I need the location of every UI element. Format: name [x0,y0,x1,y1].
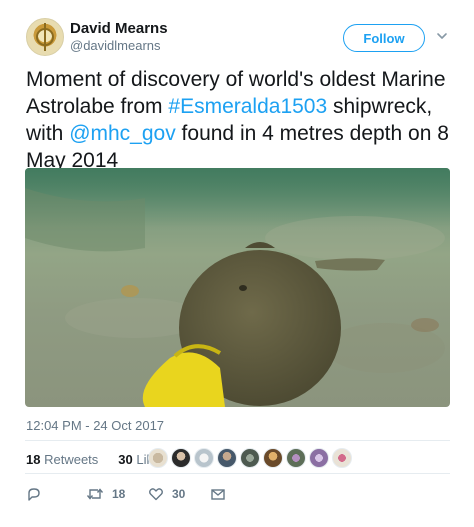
follow-button[interactable]: Follow [343,24,425,52]
liker-avatar[interactable] [286,448,306,468]
heart-icon [149,488,163,501]
mention-link[interactable]: @mhc_gov [69,122,176,145]
retweets-label: Retweets [44,452,99,467]
tweet-actions: 18 30 [26,484,246,506]
retweets-count: 18 [26,452,41,467]
divider [25,473,450,474]
divider [25,440,450,441]
liker-avatar[interactable] [171,448,191,468]
hashtag-link[interactable]: #Esmeralda1503 [168,95,327,118]
liker-avatars [148,448,355,470]
likes-count: 30 [118,452,133,467]
liker-avatar[interactable] [217,448,237,468]
liker-avatar[interactable] [263,448,283,468]
direct-message-button[interactable] [210,484,234,504]
tweet-text: Moment of discovery of world's oldest Ma… [26,66,456,174]
author-handle[interactable]: @davidlmearns [70,38,161,53]
like-count: 30 [172,487,186,501]
liker-avatar[interactable] [148,448,168,468]
liker-avatar[interactable] [194,448,214,468]
tweet-header: David Mearns @davidlmearns Follow [0,0,474,62]
retweet-icon [86,488,104,500]
author-name[interactable]: David Mearns [70,20,168,37]
underwater-scene-image [25,168,450,407]
retweet-count: 18 [112,487,126,501]
liker-avatar[interactable] [240,448,260,468]
envelope-icon [211,489,225,500]
reply-icon [28,488,40,501]
tweet-timestamp[interactable]: 12:04 PM - 24 Oct 2017 [26,418,164,433]
author-avatar[interactable] [26,18,64,56]
chevron-down-icon[interactable] [435,29,449,43]
liker-avatar[interactable] [309,448,329,468]
retweets-stat[interactable]: 18 Retweets [26,452,108,467]
tweet-video[interactable] [25,168,450,407]
like-button[interactable]: 30 [148,484,185,504]
reply-button[interactable] [26,484,50,504]
liker-avatar[interactable] [332,448,352,468]
retweet-button[interactable]: 18 [86,484,125,504]
